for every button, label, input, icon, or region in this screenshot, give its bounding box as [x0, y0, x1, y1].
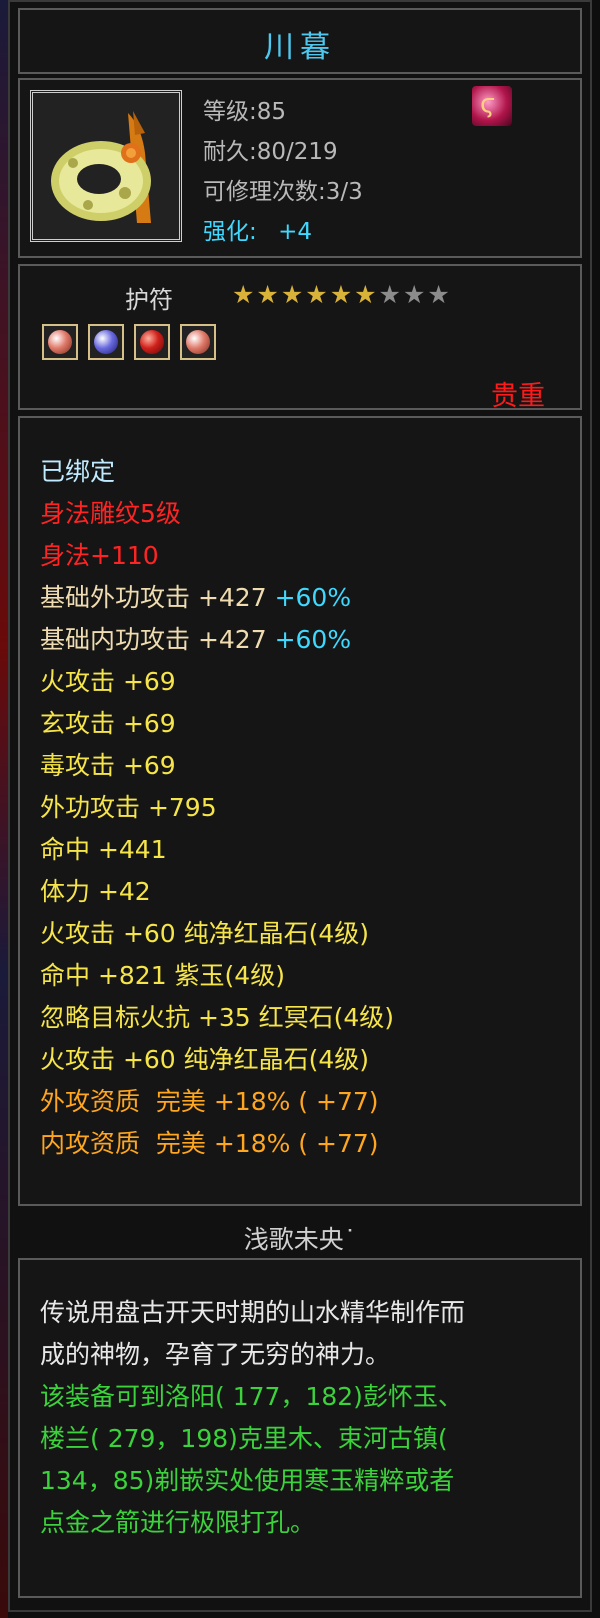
star-icon: ★: [280, 280, 306, 309]
star-icon: ★: [256, 280, 281, 309]
aptitude-inner: 内攻资质 完美 +18% ( +77): [40, 1129, 379, 1158]
gem-slot-icon: [180, 324, 216, 360]
carve-line: 身法雕纹5级: [40, 499, 181, 528]
category-label: 护符: [125, 286, 173, 314]
lore-desc-2: 成的神物，孕育了无穷的神力。: [40, 1340, 391, 1369]
item-tooltip: 川暮 等级:85 耐久:80/219 可修理次数:3/3 强化: +4 ϛ 护符…: [8, 0, 592, 1612]
star-rating: ★★★★★★★★★: [232, 280, 452, 309]
aptitude-outer: 外攻资质 完美 +18% ( +77): [40, 1087, 379, 1116]
crafter-name: 浅歌未央˙: [243, 1225, 357, 1254]
title-panel: 川暮: [18, 8, 582, 74]
star-icon: ★: [329, 280, 355, 309]
gem-attr-4: 火攻击 +60 纯净红晶石(4级): [40, 1045, 370, 1074]
gem-slot-icon: [134, 324, 170, 360]
attr-percent: +60%: [274, 625, 352, 654]
star-empty-icon: ★: [427, 280, 452, 309]
gem-attr-1: 火攻击 +60 纯净红晶石(4级): [40, 919, 370, 948]
enhance-value: +4: [278, 219, 312, 245]
star-empty-icon: ★: [378, 280, 403, 309]
star-empty-icon: ★: [402, 280, 428, 309]
lore-hint-1: 该装备可到洛阳( 177，182)彭怀玉、: [40, 1382, 463, 1411]
agility-line: 身法+110: [40, 541, 159, 570]
attr-accuracy: 命中 +441: [40, 835, 167, 864]
attr-text: 基础内功攻击 +427: [40, 625, 275, 654]
attr-outer-attack: 基础外功攻击 +427 +60%: [40, 578, 351, 614]
jade-ring-pendant-icon: [30, 90, 182, 242]
attr-percent: +60%: [274, 583, 352, 612]
enhance-label: 强化:: [203, 219, 257, 245]
attr-poison-attack: 毒攻击 +69: [40, 751, 176, 780]
attr-mystic-attack: 玄攻击 +69: [40, 709, 176, 738]
item-repair-count: 可修理次数:3/3: [203, 179, 363, 205]
attr-fire-attack: 火攻击 +69: [40, 667, 176, 696]
star-icon: ★: [354, 280, 379, 309]
gem-slot-icon: [88, 324, 124, 360]
lore-hint-3: 134，85)剃嵌实处使用寒玉精粹或者: [40, 1466, 455, 1495]
attr-inner-attack: 基础内功攻击 +427 +60%: [40, 620, 351, 656]
rarity-label: 贵重: [491, 381, 545, 412]
gem-slot-icon: [42, 324, 78, 360]
gem-attr-2: 命中 +821 紫玉(4级): [40, 961, 285, 990]
item-durability: 耐久:80/219: [203, 139, 338, 165]
star-icon: ★: [305, 280, 330, 309]
bound-status: 已绑定: [40, 457, 116, 486]
item-name: 川暮: [264, 30, 336, 65]
lore-hint-4: 点金之箭进行极限打孔。: [40, 1508, 316, 1537]
attr-text: 基础外功攻击 +427: [40, 583, 275, 612]
item-level: 等级:85: [203, 99, 287, 125]
attr-stamina: 体力 +42: [40, 877, 151, 906]
lore-desc-1: 传说用盘古开天时期的山水精华制作而: [40, 1298, 466, 1327]
attr-outer-power: 外功攻击 +795: [40, 793, 217, 822]
item-enhance: 强化: +4: [203, 212, 312, 246]
gem-attr-3: 忽略目标火抗 +35 红冥石(4级): [40, 1003, 395, 1032]
window-edge: [0, 0, 8, 1618]
star-icon: ★: [232, 280, 257, 309]
phoenix-feather-icon: ϛ: [472, 86, 512, 126]
lore-hint-2: 楼兰( 279，198)克里木、束河古镇(: [40, 1424, 448, 1453]
